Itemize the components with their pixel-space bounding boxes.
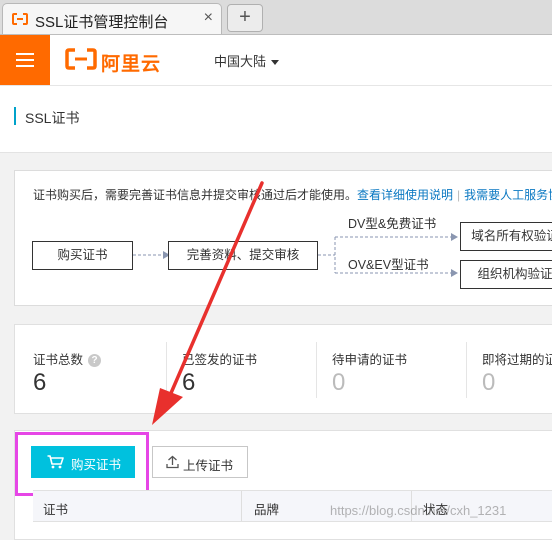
browser-tab[interactable]: SSL证书管理控制台 × [2,3,222,34]
column-divider [241,491,242,521]
ov-ev-cert-label: OV&EV型证书 [348,258,429,272]
upload-icon [166,455,179,469]
step-org-verification: 组织机构验证 [460,260,552,289]
stat-value: 6 [33,369,47,396]
stat-value[interactable]: 6 [182,369,195,397]
stat-label: 证书总数? [33,349,102,368]
region-selector[interactable]: 中国大陆 [214,51,280,70]
region-label: 中国大陆 [214,54,267,69]
column-header-certificate[interactable]: 证书 [43,499,68,518]
caret-down-icon [271,60,280,66]
browser-tab-bar: SSL证书管理控制台 × + [0,0,552,35]
certificate-stats-card: 证书总数? 6 已签发的证书 6 待申请的证书 0 即将过期的证书 0 [14,324,552,414]
stat-label: 待申请的证书 [332,353,408,367]
stat-total-certificates: 证书总数? 6 [33,325,181,413]
logo-text: 阿里云 [101,54,162,75]
stat-value: 0 [482,369,496,396]
hamburger-menu-button[interactable] [0,35,50,85]
stat-issued-certificates: 已签发的证书 6 [166,325,330,413]
watermark-text: https://blog.csdn.net/cxh_1231 [330,503,507,518]
stat-divider [166,342,167,398]
step-complete-info: 完善资料、提交审核 [168,241,318,270]
stat-label: 已签发的证书 [182,353,258,367]
stat-expiring-certificates: 即将过期的证书 0 [466,325,552,413]
upload-certificate-label: 上传证书 [183,459,234,473]
stat-label: 即将过期的证书 [482,353,552,367]
menu-line-icon [16,65,34,67]
browser-tab-title: SSL证书管理控制台 [35,14,169,31]
stat-divider [466,342,467,398]
console-header: 阿里云 中国大陆 [0,35,552,86]
step-domain-verification: 域名所有权验证 [460,222,552,251]
aliyun-logo-icon [65,48,97,70]
menu-line-icon [16,59,34,61]
step-buy-certificate: 购买证书 [32,241,133,270]
stat-value: 0 [332,369,346,396]
dv-cert-label: DV型&免费证书 [348,217,437,231]
stat-label-text: 证书总数 [33,353,84,367]
help-icon[interactable]: ? [88,354,102,368]
aliyun-favicon-icon [12,13,28,25]
stat-pending-certificates: 待申请的证书 0 [316,325,480,413]
upload-certificate-button[interactable]: 上传证书 [152,446,248,478]
menu-line-icon [16,53,34,55]
page-title: SSL证书 [25,110,80,126]
process-card: 证书购买后，需要完善证书信息并提交审核通过后才能使用。查看详细使用说明 | 我需要人… [14,170,552,306]
annotation-highlight-box [15,432,149,496]
title-accent-bar [14,107,16,125]
page-title-bar: SSL证书 [0,86,552,153]
close-tab-icon[interactable]: × [204,9,213,27]
aliyun-logo[interactable]: 阿里云 [65,48,160,75]
column-header-brand[interactable]: 品牌 [254,499,279,518]
stat-divider [316,342,317,398]
new-tab-button[interactable]: + [227,4,263,32]
